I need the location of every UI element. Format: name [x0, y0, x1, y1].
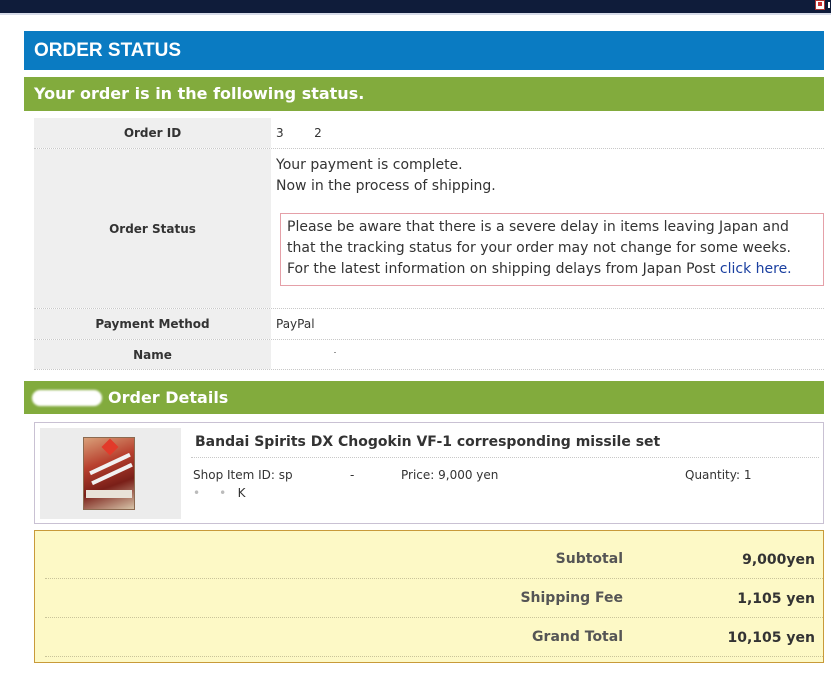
item-price: Price: 9,000 yen [401, 468, 499, 482]
payment-method-value: PayPal [276, 309, 824, 339]
order-id-label: Order ID [34, 118, 271, 148]
page-title: ORDER STATUS [24, 31, 824, 70]
home-icon[interactable] [815, 0, 825, 10]
order-item: Bandai Spirits DX Chogokin VF-1 correspo… [34, 422, 824, 524]
grand-total-value: 10,105 yen [727, 630, 816, 646]
redacted-name [334, 352, 336, 353]
toolbar-edge-icon [828, 2, 830, 8]
shop-item-id: Shop Item ID: sp [193, 468, 293, 482]
product-package-image [83, 437, 135, 510]
order-id-value: 3 2 [276, 118, 824, 148]
name-label: Name [34, 340, 271, 369]
grand-total-row: Grand Total 10,105 yen [45, 618, 823, 657]
notice-line-1: Please be aware that there is a severe d… [287, 219, 789, 235]
item-code: • • K [193, 486, 246, 500]
status-line-1: Your payment is complete. [276, 157, 463, 173]
item-divider [191, 457, 819, 458]
notice-line-3-text: For the latest information on shipping d… [287, 261, 720, 277]
redacted-code: • • [193, 486, 238, 500]
shipping-fee-value: 1,105 yen [737, 591, 815, 607]
order-totals: Subtotal 9,000yen Shipping Fee 1,105 yen… [34, 530, 824, 663]
shop-item-id-separator: - [350, 468, 355, 482]
notice-line-2: that the tracking status for your order … [287, 240, 792, 256]
subtotal-label: Subtotal [555, 551, 623, 567]
payment-method-row: Payment Method PayPal [34, 309, 824, 340]
browser-top-bar [0, 0, 831, 13]
order-status-label: Order Status [34, 149, 271, 308]
order-status-row: Order Status Your payment is complete. N… [34, 149, 824, 309]
grand-total-label: Grand Total [532, 629, 623, 645]
order-id-row: Order ID 3 2 [34, 118, 824, 149]
status-subtitle: Your order is in the following status. [24, 77, 824, 111]
notice-line-3: For the latest information on shipping d… [287, 259, 823, 280]
shipping-fee-label: Shipping Fee [520, 590, 623, 606]
redacted-heading-prefix [32, 390, 102, 406]
order-details-title: Order Details [108, 388, 229, 407]
status-line-2: Now in the process of shipping. [276, 178, 496, 194]
payment-method-text: PayPal [276, 317, 315, 331]
click-here-link[interactable]: click here. [720, 261, 792, 277]
product-thumbnail[interactable] [40, 428, 181, 519]
item-title[interactable]: Bandai Spirits DX Chogokin VF-1 correspo… [195, 434, 660, 450]
star-logo-icon [101, 438, 119, 456]
shipping-delay-notice: Please be aware that there is a severe d… [280, 213, 824, 286]
name-row: Name [34, 340, 824, 370]
name-value [276, 340, 824, 369]
top-divider [0, 13, 831, 15]
order-id-text: 3 2 [276, 126, 322, 140]
item-quantity: Quantity: 1 [685, 468, 752, 482]
status-message: Your payment is complete. Now in the pro… [276, 155, 496, 197]
subtotal-row: Subtotal 9,000yen [45, 540, 823, 579]
shipping-fee-row: Shipping Fee 1,105 yen [45, 579, 823, 618]
order-details-heading: Order Details [24, 381, 824, 414]
package-label-band [86, 490, 132, 498]
subtotal-value: 9,000yen [742, 552, 815, 568]
payment-method-label: Payment Method [34, 309, 271, 339]
order-status-value: Your payment is complete. Now in the pro… [276, 149, 824, 308]
item-code-suffix: K [237, 486, 246, 500]
